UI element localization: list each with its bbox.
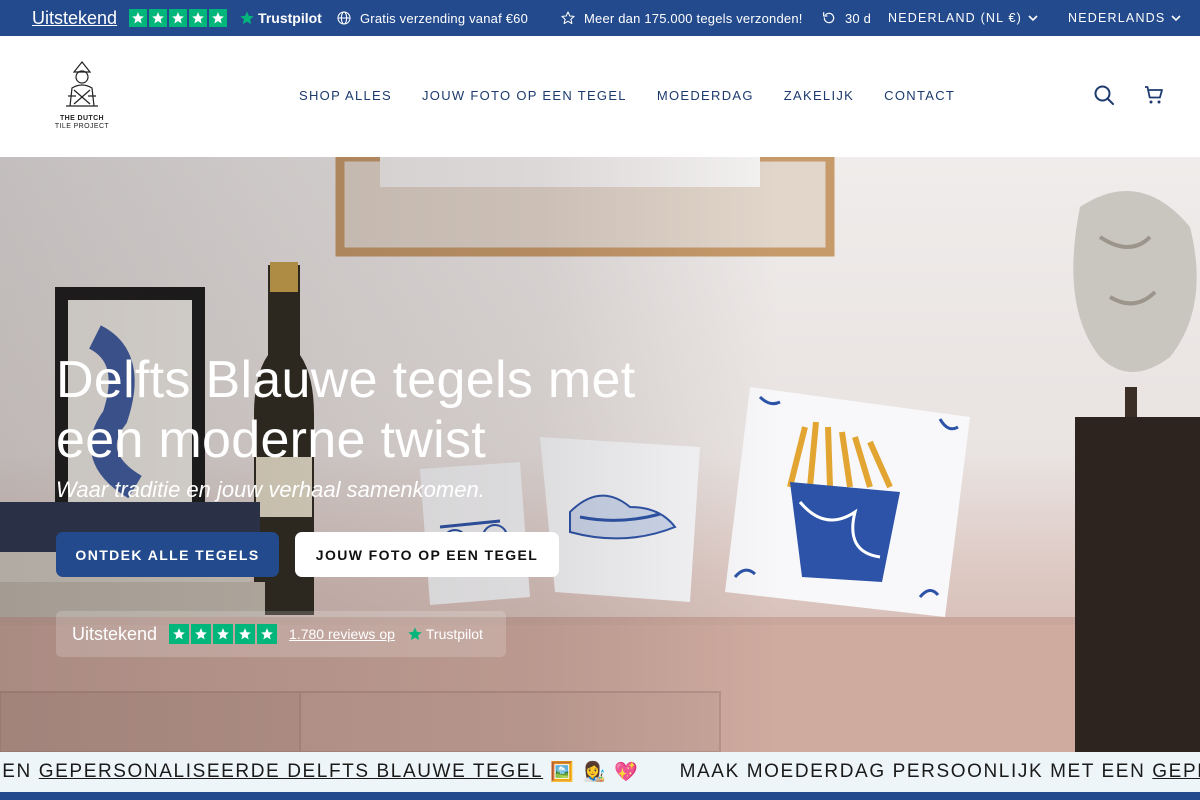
star-icon [149,9,168,27]
explore-tiles-button[interactable]: ONTDEK ALLE TEGELS [56,532,279,577]
star-icon [257,624,278,644]
marquee-ticker: EEN GEPERSONALISEERDE DELFTS BLAUWE TEGE… [0,752,1200,792]
star-outline-icon [561,11,575,25]
search-icon[interactable] [1092,83,1116,107]
nav-shop-all[interactable]: SHOP ALLES [299,88,392,103]
chevron-down-icon [1028,15,1038,22]
usp-shipping: Gratis verzending vanaf €60 [336,0,528,36]
ticker-lead-text: EEN [0,761,32,782]
trustpilot-reviews-link[interactable]: 1.780 reviews op [289,626,395,642]
hero-title: Delfts Blauwe tegels met een moderne twi… [56,351,636,469]
logo-text-line2: TILE PROJECT [54,123,110,130]
nav-photo-tile[interactable]: JOUW FOTO OP EEN TEGEL [422,88,627,103]
star-icon [191,624,212,644]
star-icon [169,624,190,644]
usp-shipped: Meer dan 175.000 tegels verzonden! [560,0,803,36]
usp-shipping-text: Gratis verzending vanaf €60 [360,10,528,26]
photo-tile-button[interactable]: JOUW FOTO OP EEN TEGEL [295,532,559,577]
star-icon [235,624,256,644]
trustpilot-brand: Trustpilot [425,626,483,642]
country-selector[interactable]: NEDERLAND (NL €) [888,0,1039,36]
trustpilot-rating-word[interactable]: Uitstekend [32,8,117,29]
dutch-figure-logo-icon [66,61,98,107]
ticker-track: EEN GEPERSONALISEERDE DELFTS BLAUWE TEGE… [0,752,1200,792]
usp-shipped-text: Meer dan 175.000 tegels verzonden! [584,10,803,26]
usp-returns: 30 d [821,0,871,36]
trustpilot-brand: Trustpilot [258,10,322,26]
announcement-bar: Uitstekend Trustpilot Gratis verzending … [0,0,1200,36]
star-icon [189,9,208,27]
trustpilot-stars [129,9,228,27]
hero-subtitle: Waar traditie en jouw verhaal samenkomen… [56,477,485,502]
country-selector-label: NEDERLAND (NL €) [888,11,1023,25]
bottom-brand-strip [0,792,1200,800]
star-icon [129,9,148,27]
nav-business[interactable]: ZAKELIJK [784,88,854,103]
logo-text-line1: THE DUTCH [59,115,105,122]
trustpilot-star-icon [240,11,254,25]
trustpilot-star-icon [408,627,422,641]
globe-icon [337,11,351,25]
language-selector[interactable]: NEDERLANDS [1068,0,1182,36]
cart-icon[interactable] [1142,83,1166,107]
site-header: THE DUTCH TILE PROJECT SHOP ALLES JOUW F… [0,36,1200,157]
language-selector-label: NEDERLANDS [1068,11,1166,25]
main-nav: SHOP ALLES JOUW FOTO OP EEN TEGEL MOEDER… [299,36,955,154]
star-icon [169,9,188,27]
star-icon [213,624,234,644]
nav-mothers-day[interactable]: MOEDERDAG [657,88,754,103]
trustpilot-logo: Trustpilot [239,10,322,26]
trustpilot-top-widget[interactable]: Uitstekend Trustpilot [32,0,322,36]
return-icon [823,12,835,24]
trustpilot-hero-widget[interactable]: Uitstekend 1.780 reviews op Trustpilot [56,611,506,657]
usp-returns-text: 30 d [845,10,872,26]
nav-contact[interactable]: CONTACT [884,88,955,103]
star-icon [209,9,228,27]
ticker-link[interactable]: GEPERSONALISEERDE DELFTS BLAUWE TEGEL [1152,761,1200,783]
site-logo[interactable]: THE DUTCH TILE PROJECT [52,60,112,130]
trustpilot-logo: Trustpilot [407,626,483,642]
trustpilot-stars [169,624,278,644]
ticker-emoji: 🖼️ 👩‍🎨 💖 [550,762,640,783]
hero-banner: Delfts Blauwe tegels met een moderne twi… [0,157,1200,752]
trustpilot-rating-word: Uitstekend [72,623,158,644]
chevron-down-icon [1171,15,1182,22]
ticker-link[interactable]: GEPERSONALISEERDE DELFTS BLAUWE TEGEL [39,761,543,783]
ticker-lead-text: MAAK MOEDERDAG PERSOONLIJK MET EEN [679,761,1146,782]
